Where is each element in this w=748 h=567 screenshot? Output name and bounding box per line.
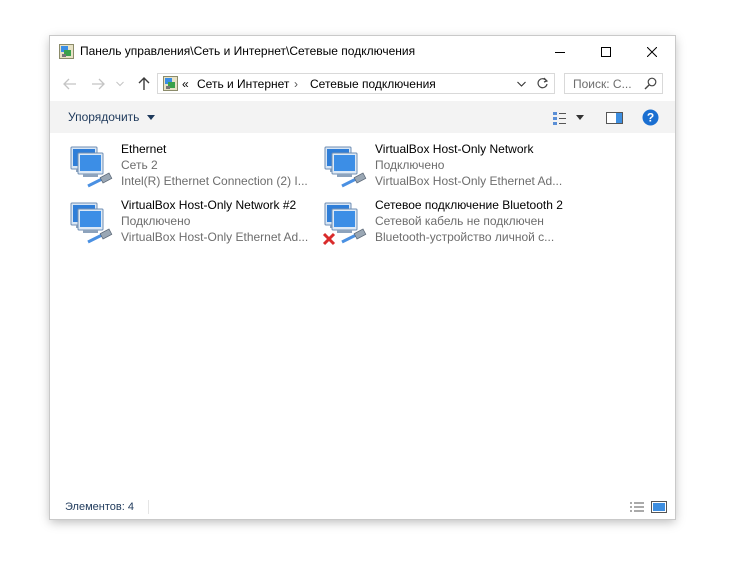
connection-item[interactable]: Ethernet Сеть 2 Intel(R) Ethernet Connec… [68, 142, 318, 192]
forward-button[interactable] [88, 75, 108, 93]
address-bar[interactable]: « Сеть и Интернет › Сетевые подключения [157, 73, 555, 94]
chevron-down-icon[interactable] [147, 115, 155, 120]
connection-status: Сетевой кабель не подключен [375, 214, 544, 228]
connection-device: VirtualBox Host-Only Ethernet Ad... [121, 230, 309, 244]
connection-status: Сеть 2 [121, 158, 158, 172]
connection-name: VirtualBox Host-Only Network #2 [121, 198, 297, 212]
minimize-button[interactable] [537, 36, 583, 67]
close-icon [647, 46, 657, 57]
control-panel-network-icon [59, 44, 74, 59]
search-input[interactable]: Поиск: С... [564, 73, 663, 94]
back-button[interactable] [60, 75, 80, 93]
breadcrumb-overflow[interactable]: « [182, 77, 189, 91]
svg-text:?: ? [647, 111, 654, 125]
refresh-button[interactable] [530, 73, 555, 94]
navigation-bar: « Сеть и Интернет › Сетевые подключения … [50, 67, 675, 101]
items-count: Элементов: 4 [65, 501, 134, 513]
chevron-down-icon [516, 81, 526, 87]
connection-name: Сетевое подключение Bluetooth 2 [375, 198, 563, 212]
up-arrow-icon [138, 77, 150, 90]
maximize-icon [601, 46, 611, 57]
connection-device: Bluetooth-устройство личной с... [375, 230, 555, 244]
network-adapter-icon [70, 202, 113, 244]
back-arrow-icon [63, 78, 76, 90]
breadcrumb-network-internet[interactable]: Сеть и Интернет [197, 77, 289, 91]
connection-name: VirtualBox Host-Only Network [375, 142, 534, 156]
connection-name: Ethernet [121, 142, 167, 156]
preview-pane-icon[interactable] [606, 110, 623, 126]
breadcrumb-network-connections[interactable]: Сетевые подключения [310, 77, 436, 91]
forward-arrow-icon [92, 78, 105, 90]
search-placeholder: Поиск: С... [573, 77, 632, 91]
disconnected-x-icon [322, 232, 336, 246]
connection-device: VirtualBox Host-Only Ethernet Ad... [375, 174, 563, 188]
connection-item[interactable]: Сетевое подключение Bluetooth 2 Сетевой … [322, 198, 572, 248]
view-options-dropdown[interactable] [576, 115, 584, 120]
explorer-window: Панель управления\Сеть и Интернет\Сетевы… [50, 36, 675, 519]
network-adapter-icon [322, 202, 367, 246]
status-bar: Элементов: 4 [50, 495, 675, 519]
details-view-icon[interactable] [629, 501, 645, 513]
chevron-down-icon [116, 81, 124, 87]
window-title: Панель управления\Сеть и Интернет\Сетевы… [80, 44, 416, 58]
connection-device: Intel(R) Ethernet Connection (2) I... [121, 174, 308, 188]
organize-button[interactable]: Упорядочить [68, 110, 139, 124]
search-icon [644, 77, 657, 90]
breadcrumb-separator: › [294, 77, 298, 91]
close-button[interactable] [629, 36, 675, 67]
status-divider [148, 500, 149, 514]
connection-status: Подключено [375, 158, 445, 172]
connection-item[interactable]: VirtualBox Host-Only Network #2 Подключе… [68, 198, 318, 248]
connections-list: Ethernet Сеть 2 Intel(R) Ethernet Connec… [50, 133, 675, 495]
help-icon[interactable]: ? [642, 109, 659, 126]
control-panel-network-icon [163, 76, 178, 91]
network-adapter-icon [324, 146, 367, 188]
change-view-icon[interactable] [552, 110, 568, 126]
maximize-button[interactable] [583, 36, 629, 67]
recent-locations-button[interactable] [110, 75, 130, 93]
large-icons-view-icon[interactable] [651, 501, 667, 513]
up-button[interactable] [134, 75, 154, 93]
command-bar: Упорядочить ? [50, 101, 675, 133]
refresh-icon [536, 77, 548, 89]
network-adapter-icon [70, 146, 113, 188]
title-bar[interactable]: Панель управления\Сеть и Интернет\Сетевы… [50, 36, 675, 67]
address-dropdown-button[interactable] [513, 76, 529, 91]
connection-status: Подключено [121, 214, 191, 228]
connection-item[interactable]: VirtualBox Host-Only Network Подключено … [322, 142, 572, 192]
minimize-icon [555, 51, 565, 53]
